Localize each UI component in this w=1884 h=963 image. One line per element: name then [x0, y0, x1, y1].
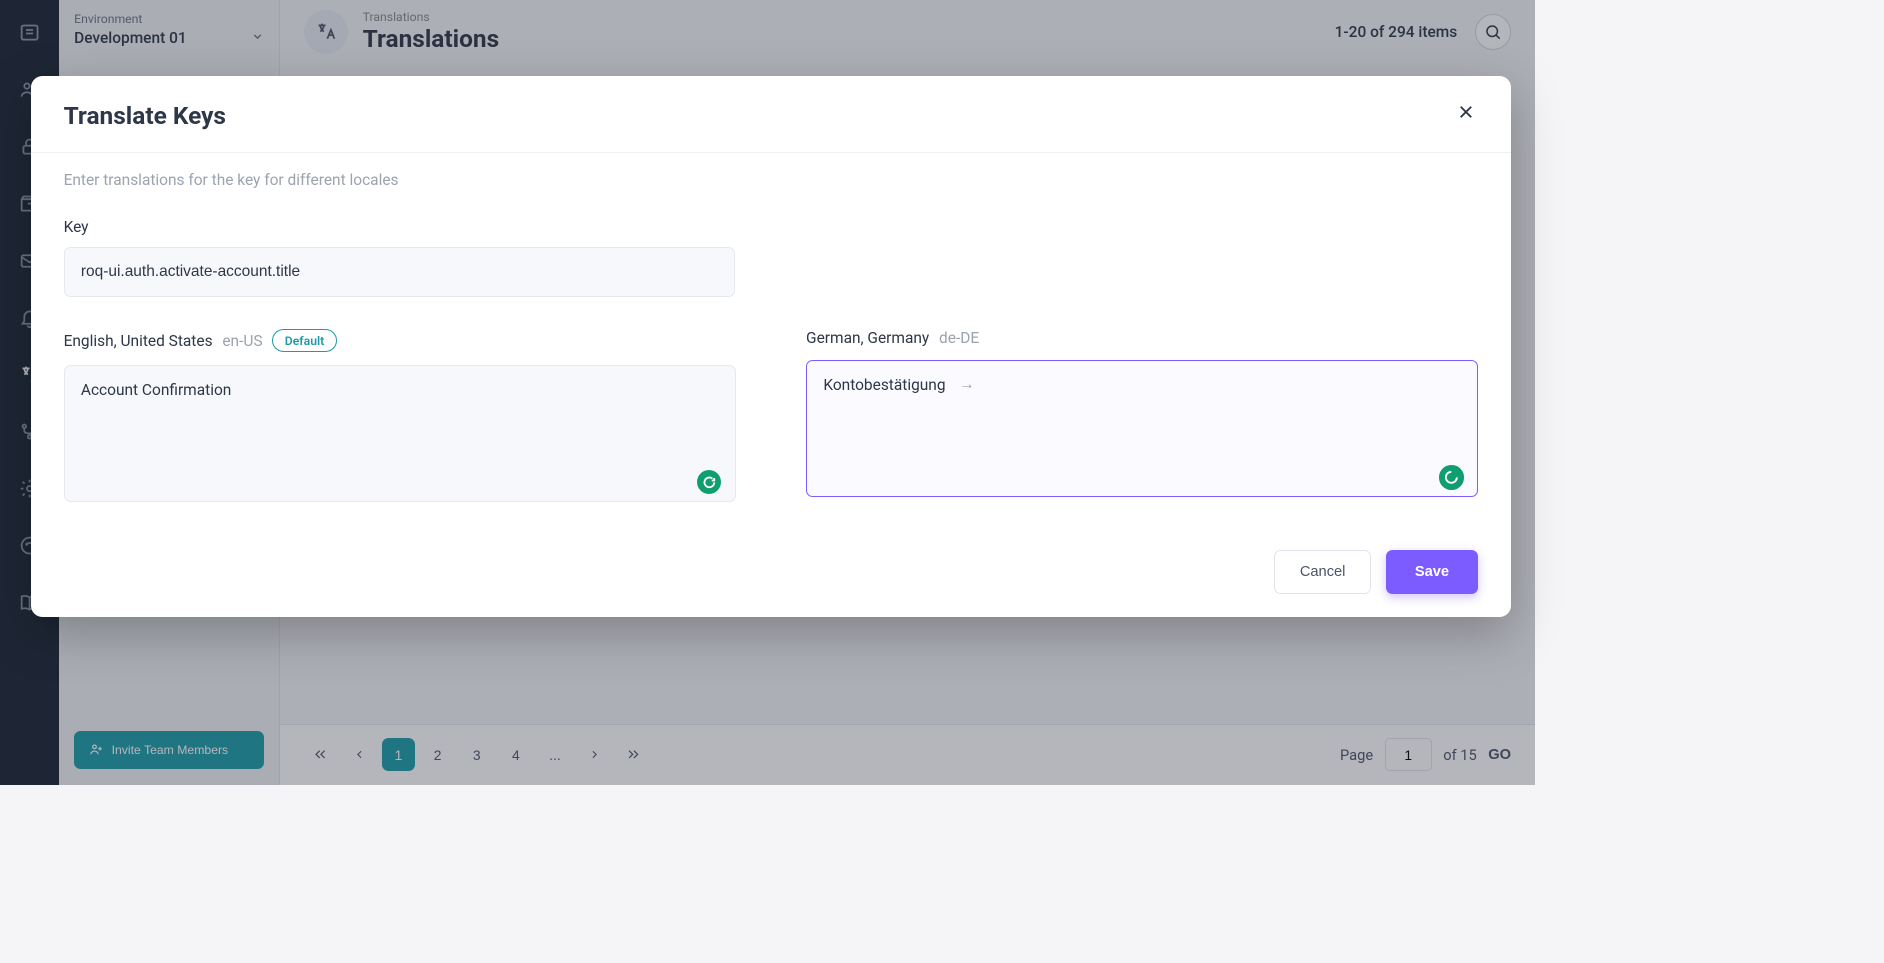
modal-title: Translate Keys	[64, 101, 226, 130]
key-label: Key	[64, 218, 1479, 236]
save-button[interactable]: Save	[1386, 550, 1479, 594]
locale-en-textarea[interactable]	[64, 365, 736, 502]
locale-de-textarea[interactable]	[806, 360, 1478, 497]
locale-en-code: en-US	[222, 332, 262, 350]
grammarly-spinner-icon[interactable]	[1439, 465, 1463, 489]
locale-de-name: German, Germany	[806, 329, 929, 347]
default-badge: Default	[272, 329, 336, 352]
locale-en-name: English, United States	[64, 332, 213, 350]
locale-de-code: de-DE	[939, 329, 979, 347]
key-input[interactable]	[64, 247, 736, 296]
cancel-button[interactable]: Cancel	[1274, 550, 1371, 594]
modal-close-button[interactable]	[1454, 100, 1478, 130]
modal-subtitle: Enter translations for the key for diffe…	[64, 171, 1479, 189]
close-icon	[1457, 103, 1475, 121]
translate-keys-modal: Translate Keys Enter translations for th…	[31, 76, 1511, 617]
